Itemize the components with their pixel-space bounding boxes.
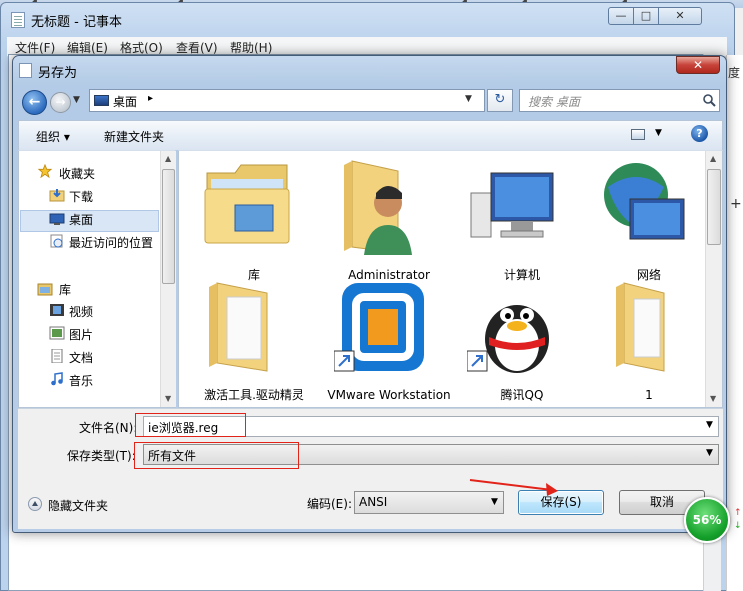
file-item[interactable]: 腾讯QQ xyxy=(466,279,577,402)
search-placeholder: 搜索 桌面 xyxy=(528,95,580,109)
videos-icon xyxy=(50,304,64,316)
filetype-label: 保存类型(T): xyxy=(67,449,136,463)
address-dropdown-icon[interactable]: ▼ xyxy=(465,94,472,104)
file-item[interactable]: Administrator xyxy=(334,159,444,282)
nav-item-desktop[interactable]: 桌面 xyxy=(69,211,93,228)
filename-dropdown-icon[interactable]: ▼ xyxy=(706,420,713,430)
search-input[interactable]: 搜索 桌面 xyxy=(519,89,720,112)
file-name: 腾讯QQ xyxy=(500,388,544,402)
desktop-icon xyxy=(94,95,109,106)
nav-scrollbar[interactable]: ▲ ▼ xyxy=(160,151,176,407)
forward-arrow-icon[interactable]: → xyxy=(50,92,71,113)
view-options-icon[interactable] xyxy=(631,129,645,140)
new-folder-button[interactable]: 新建文件夹 xyxy=(104,128,164,145)
speed-arrows-icon: ↑ ↓ xyxy=(734,508,742,531)
user-folder-icon xyxy=(344,160,412,255)
back-arrow-icon[interactable]: ← xyxy=(22,90,47,115)
nav-favorites-header[interactable]: 收藏夹 xyxy=(59,165,95,182)
refresh-icon[interactable]: ↻ xyxy=(487,89,513,112)
address-chevron-icon[interactable]: ▸ xyxy=(148,93,153,104)
dialog-toolbar: 组织 ▾ 新建文件夹 ▼ ? xyxy=(18,120,723,150)
save-options-panel: 文件名(N): ie浏览器.reg ▼ 保存类型(T): 所有文件 ▼ 隐藏文件… xyxy=(18,408,723,529)
nav-item-music[interactable]: 音乐 xyxy=(69,372,93,389)
nav-scroll-thumb[interactable] xyxy=(162,169,175,284)
file-scroll-thumb[interactable] xyxy=(707,169,721,245)
filename-label: 文件名(N): xyxy=(79,421,138,435)
folder-icon xyxy=(209,282,268,372)
organize-menu-button[interactable]: 组织 ▾ xyxy=(36,128,70,145)
downloads-icon xyxy=(49,189,65,202)
close-button[interactable]: ✕ xyxy=(658,7,702,25)
navigation-pane: 收藏夹 下载 桌面 最近访问的位置 库 视频 图片 文档 音乐 ▲ ▼ xyxy=(18,150,176,408)
minimize-button[interactable]: — xyxy=(608,7,634,25)
address-location[interactable]: 桌面 xyxy=(113,93,137,110)
file-item[interactable]: 1 xyxy=(594,279,704,402)
notepad-title: 无标题 - 记事本 xyxy=(31,15,122,30)
annotation-box-filetype xyxy=(134,442,299,469)
desktop-icon xyxy=(49,213,65,225)
file-item[interactable]: VMware Workstation xyxy=(327,279,451,402)
history-dropdown-icon[interactable]: ▼ xyxy=(73,95,80,105)
annotation-box-filename xyxy=(135,413,246,437)
recent-places-icon xyxy=(50,234,63,248)
documents-icon xyxy=(51,349,63,363)
right-panel-text: 度 xyxy=(728,66,741,80)
library-folder-icon xyxy=(204,164,290,244)
vmware-shortcut-icon xyxy=(333,283,424,372)
encoding-value[interactable]: ANSI xyxy=(359,495,387,509)
dialog-title: 另存为 xyxy=(38,66,78,81)
notepad-icon xyxy=(11,12,25,28)
view-dropdown-icon[interactable]: ▼ xyxy=(655,128,662,138)
file-list-pane: 库 Administrator 计算机 网络 激活工具.驱动精灵 VMware … xyxy=(178,150,723,408)
encoding-dropdown-icon[interactable]: ▼ xyxy=(491,497,498,507)
file-item[interactable]: 计算机 xyxy=(467,159,577,282)
help-icon[interactable]: ? xyxy=(691,125,708,142)
file-item[interactable]: 激活工具.驱动精灵 xyxy=(199,279,309,402)
file-name: 1 xyxy=(645,388,653,402)
pictures-icon xyxy=(49,326,65,340)
file-name: VMware Workstation xyxy=(327,388,451,402)
nav-item-documents[interactable]: 文档 xyxy=(69,349,93,366)
file-list-scrollbar[interactable]: ▲ ▼ xyxy=(705,151,722,407)
network-icon xyxy=(604,163,685,240)
computer-icon xyxy=(470,172,554,238)
qq-shortcut-icon xyxy=(466,305,549,373)
search-icon[interactable] xyxy=(702,93,716,107)
save-as-dialog: 另存为 ✕ ← → ▼ 桌面 ▸ ▼ ↻ 搜索 桌面 组织 ▾ 新建文件夹 ▼ … xyxy=(12,55,727,533)
nav-libraries-header[interactable]: 库 xyxy=(59,281,71,298)
nav-item-videos[interactable]: 视频 xyxy=(69,303,93,320)
hide-folders-link[interactable]: 隐藏文件夹 xyxy=(48,497,108,514)
network-speed-badge[interactable]: 56% xyxy=(684,497,730,543)
music-icon xyxy=(51,372,63,386)
address-bar[interactable]: 桌面 ▸ xyxy=(89,89,485,112)
file-item[interactable]: 网络 xyxy=(594,159,704,282)
file-item[interactable]: 库 xyxy=(199,159,309,282)
dialog-icon xyxy=(19,63,32,78)
annotation-arrow-icon xyxy=(469,479,558,496)
collapse-up-icon[interactable] xyxy=(28,497,42,511)
star-icon xyxy=(37,164,53,178)
file-name: 激活工具.驱动精灵 xyxy=(204,388,304,402)
dialog-close-button[interactable]: ✕ xyxy=(676,56,720,74)
maximize-button[interactable]: □ xyxy=(633,7,659,25)
folder-icon xyxy=(616,282,665,372)
nav-item-downloads[interactable]: 下载 xyxy=(69,188,93,205)
library-icon xyxy=(37,283,53,296)
filetype-dropdown-icon[interactable]: ▼ xyxy=(706,448,713,458)
encoding-label: 编码(E): xyxy=(307,497,352,511)
nav-item-pictures[interactable]: 图片 xyxy=(69,326,93,343)
right-panel-plus-icon[interactable]: + xyxy=(730,196,742,212)
nav-item-recent[interactable]: 最近访问的位置 xyxy=(69,234,153,251)
